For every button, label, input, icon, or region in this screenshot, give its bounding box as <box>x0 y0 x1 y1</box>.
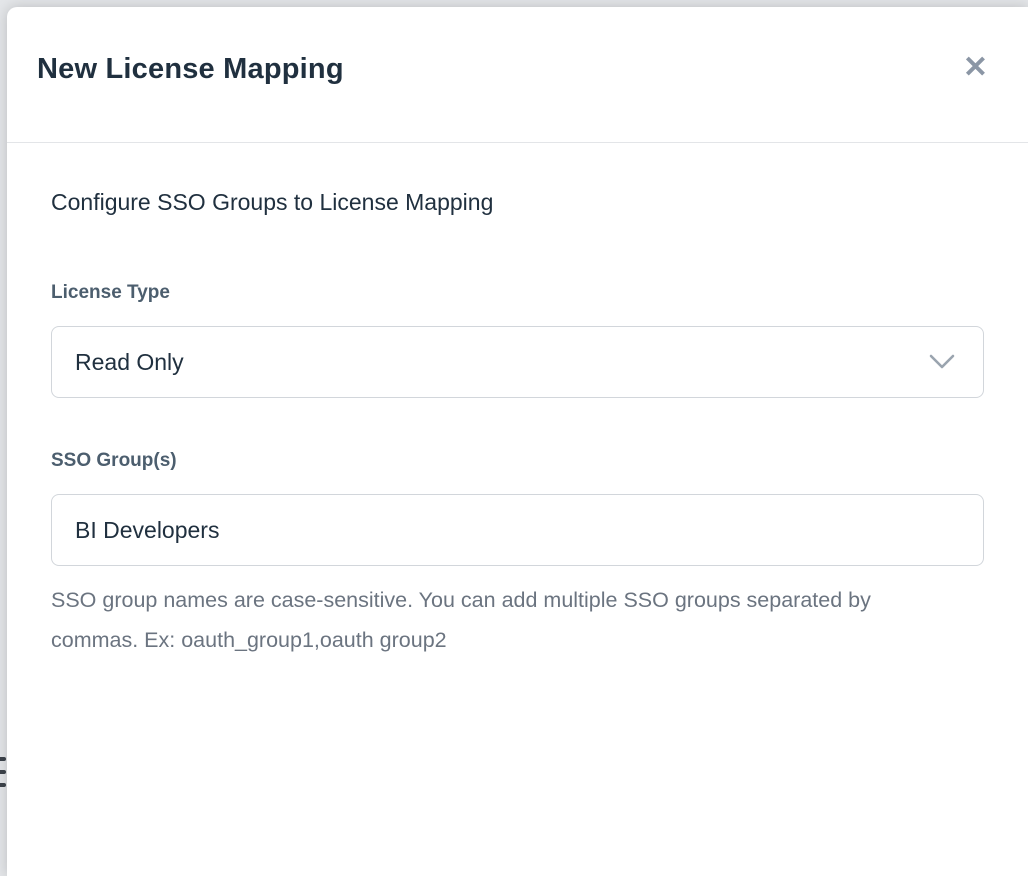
chevron-down-icon <box>929 354 955 370</box>
new-license-mapping-dialog: New License Mapping ✕ Configure SSO Grou… <box>7 7 1028 876</box>
dialog-body: Configure SSO Groups to License Mapping … <box>7 143 1028 876</box>
dialog-header: New License Mapping ✕ <box>7 7 1028 143</box>
dialog-title: New License Mapping <box>37 53 344 86</box>
sso-groups-help-text: SSO group names are case-sensitive. You … <box>51 580 886 660</box>
close-icon[interactable]: ✕ <box>961 51 990 85</box>
background-menu-icon-fragment <box>0 757 6 787</box>
sso-groups-input[interactable] <box>51 494 984 566</box>
sso-groups-label: SSO Group(s) <box>51 450 984 472</box>
license-type-select[interactable]: Read Only <box>51 326 984 398</box>
license-type-selected-value: Read Only <box>75 349 184 376</box>
license-type-label: License Type <box>51 282 984 304</box>
dialog-subtitle: Configure SSO Groups to License Mapping <box>51 189 984 216</box>
